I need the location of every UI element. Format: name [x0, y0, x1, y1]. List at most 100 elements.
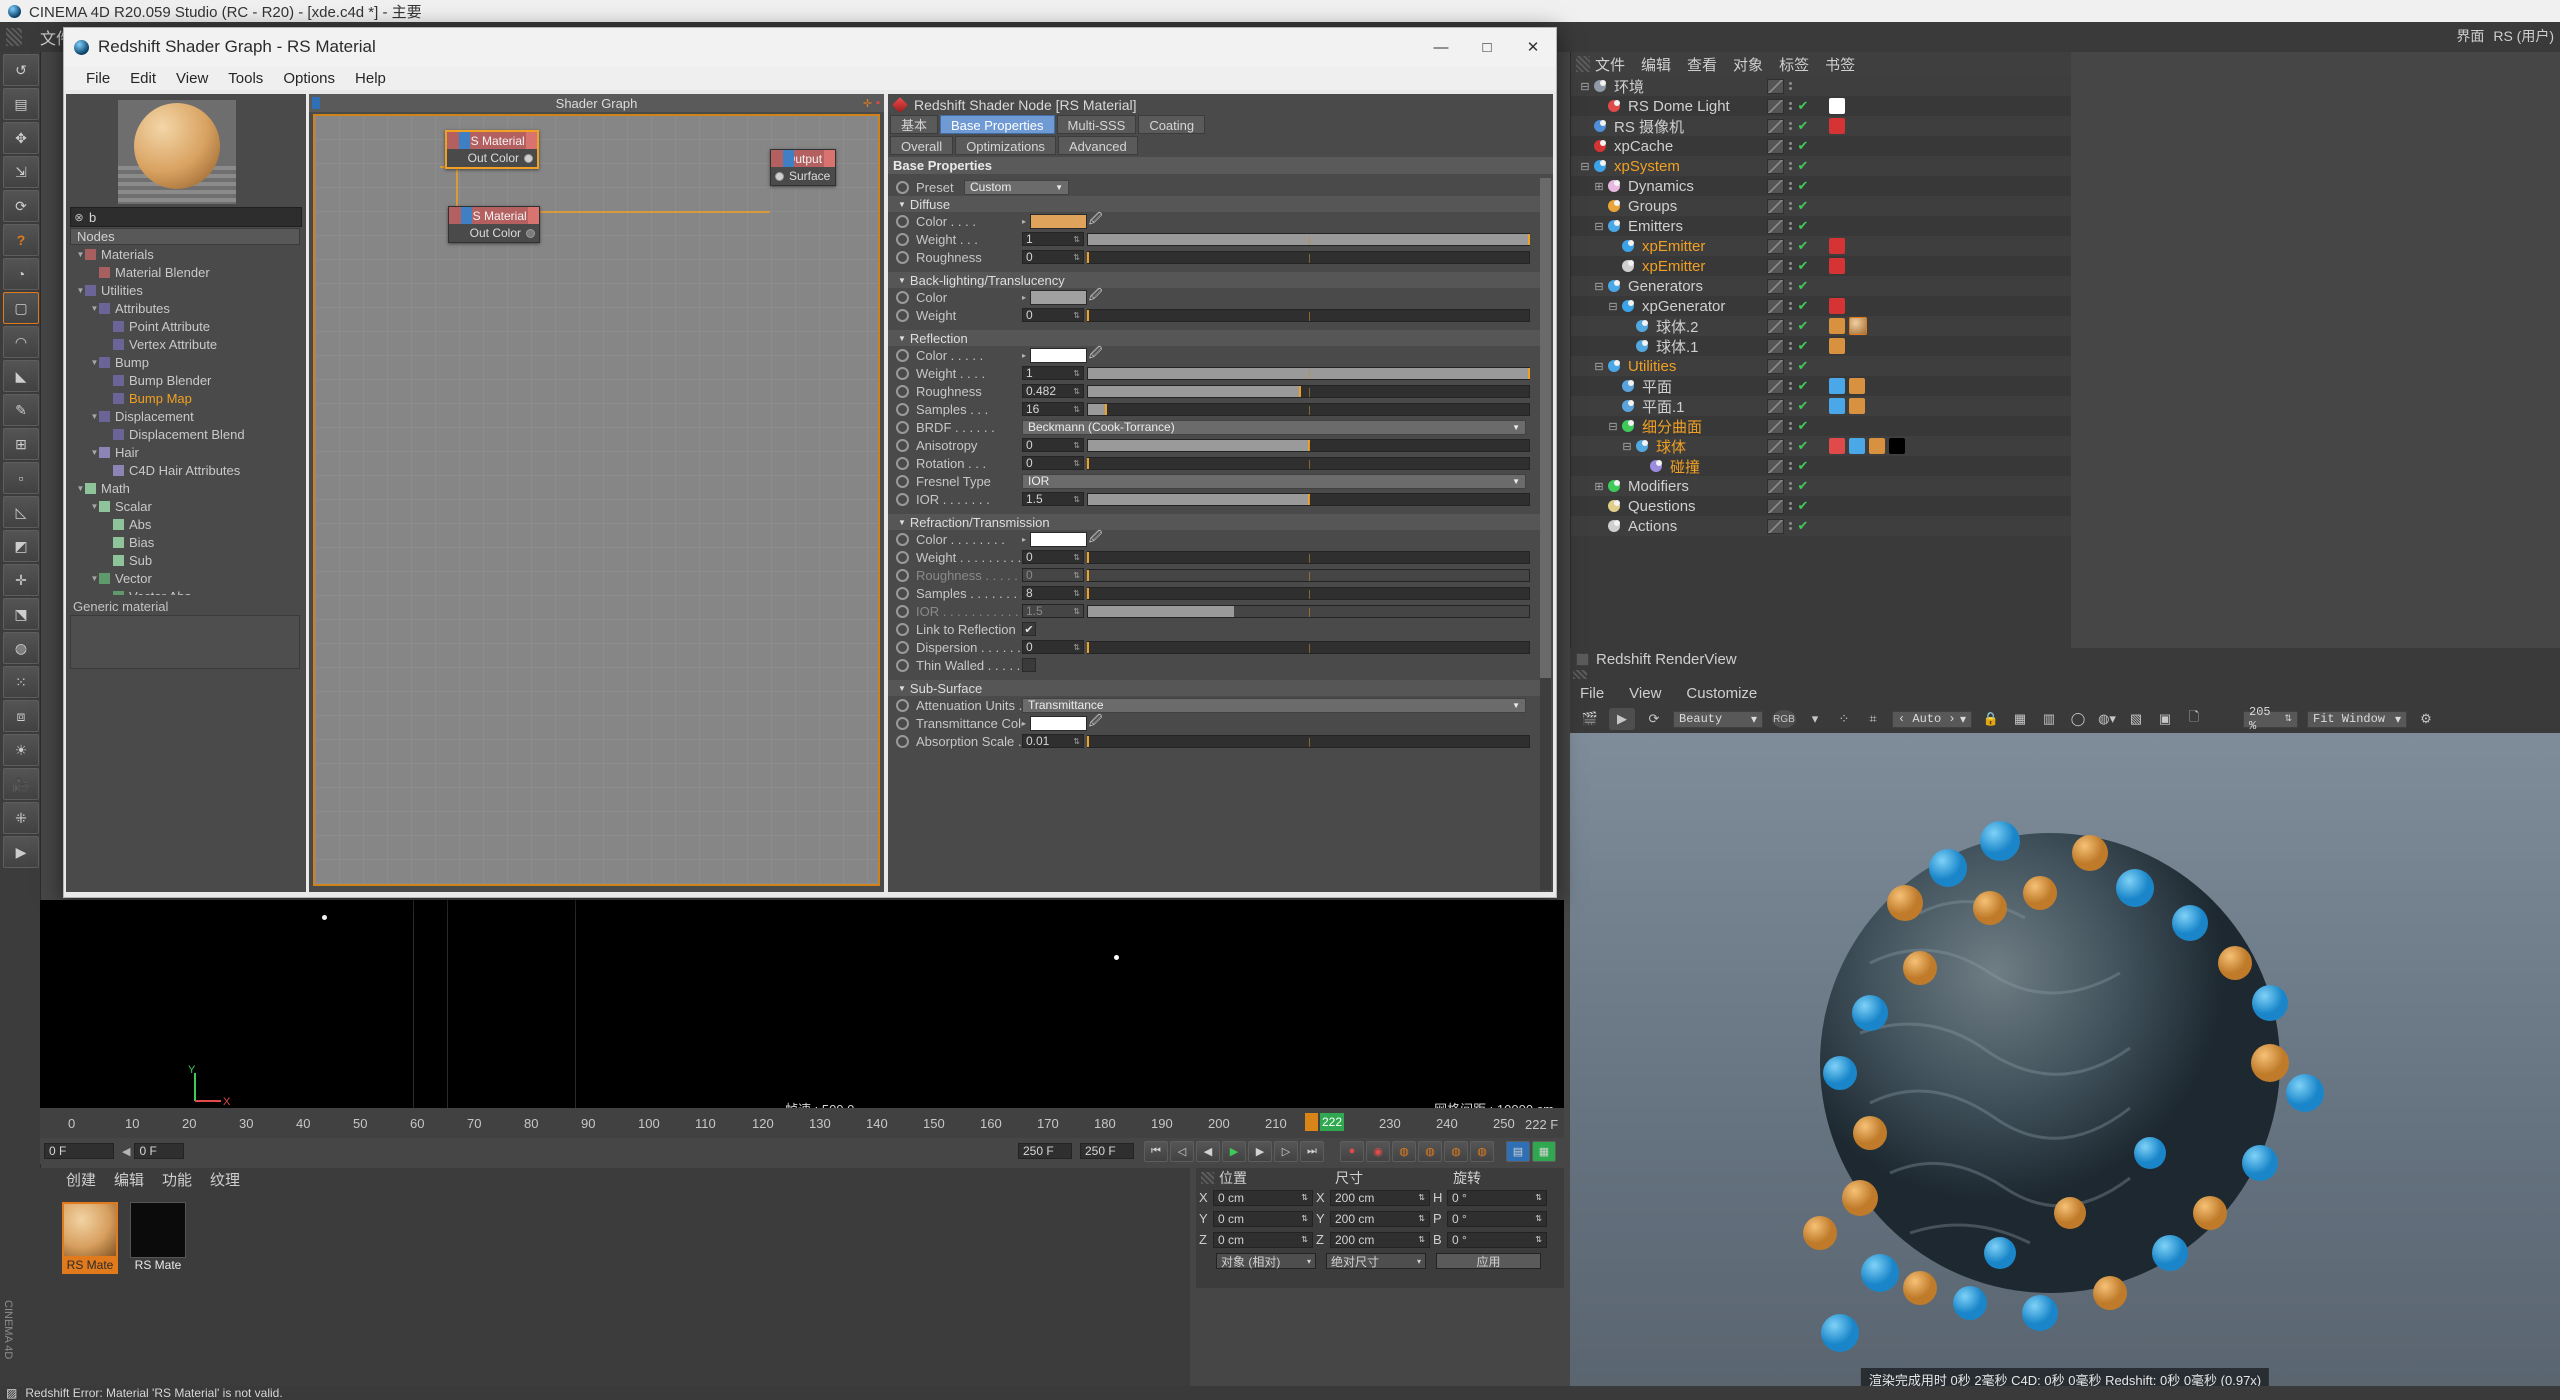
- tag-mat-orange-icon[interactable]: [1869, 438, 1885, 454]
- visibility-dots-icon[interactable]: [1789, 282, 1792, 290]
- zoom-field[interactable]: 205 %⇅: [2243, 711, 2298, 728]
- group-header[interactable]: ▼Back-lighting/Translucency: [888, 272, 1540, 288]
- refresh-icon[interactable]: ⟳: [1644, 709, 1664, 729]
- eyedropper-icon[interactable]: 🖉: [1087, 344, 1104, 366]
- tab-optimizations[interactable]: Optimizations: [955, 136, 1056, 155]
- parameter-radio[interactable]: [896, 569, 909, 582]
- key-param-button[interactable]: ◍: [1470, 1141, 1494, 1162]
- node-tree-item[interactable]: Sub: [70, 551, 300, 569]
- tree-twisty-icon[interactable]: ▼: [76, 286, 85, 295]
- visibility-editor-toggle[interactable]: [1767, 239, 1784, 254]
- objmgr-menu-bookmark[interactable]: 书签: [1825, 54, 1855, 75]
- attribute-rows[interactable]: PresetCustom▼▼DiffuseColor . . . .▸🖉Weig…: [888, 178, 1540, 890]
- object-row[interactable]: 碰撞✔: [1571, 456, 2071, 476]
- visibility-dots-icon[interactable]: [1789, 482, 1792, 490]
- pin-icon[interactable]: ✛: [863, 97, 872, 110]
- enable-check-icon[interactable]: ✔: [1797, 240, 1809, 252]
- aov-select[interactable]: Beauty▾: [1673, 711, 1763, 728]
- coord-apply-button[interactable]: 应用: [1436, 1253, 1541, 1269]
- rv-menu-file[interactable]: File: [1580, 685, 1604, 702]
- visibility-editor-toggle[interactable]: [1767, 379, 1784, 394]
- fit-select[interactable]: Fit Window▾: [2307, 711, 2407, 728]
- color-swatch[interactable]: [1030, 716, 1087, 731]
- value-field[interactable]: 0⇅: [1022, 456, 1084, 470]
- shader-node-port-row[interactable]: Out Color: [447, 149, 537, 167]
- output-port-row[interactable]: Surface: [771, 167, 835, 185]
- tool-lassosel-icon[interactable]: ◠: [3, 326, 39, 358]
- tree-twisty-icon[interactable]: ▼: [90, 304, 99, 313]
- prev-key-button[interactable]: ◁: [1170, 1141, 1194, 1162]
- visibility-dots-icon[interactable]: [1789, 362, 1792, 370]
- object-tags[interactable]: [1829, 258, 1845, 274]
- output-node[interactable]: OutputSurface: [770, 149, 836, 186]
- tree-twisty-icon[interactable]: ▼: [90, 574, 99, 583]
- value-slider[interactable]: [1087, 251, 1530, 264]
- object-visibility-controls[interactable]: ✔: [1767, 376, 1809, 396]
- object-row[interactable]: 球体.2✔: [1571, 316, 2071, 336]
- position-field[interactable]: 0 cm⇅: [1213, 1190, 1313, 1206]
- visibility-editor-toggle[interactable]: [1767, 459, 1784, 474]
- tree-twisty-icon[interactable]: ▼: [76, 484, 85, 493]
- object-row[interactable]: 平面.1✔: [1571, 396, 2071, 416]
- node-type-tree[interactable]: ▼MaterialsMaterial Blender▼Utilities▼Att…: [70, 245, 300, 595]
- visibility-editor-toggle[interactable]: [1767, 339, 1784, 354]
- enable-check-icon[interactable]: ✔: [1797, 340, 1809, 352]
- node-tree-item[interactable]: Vertex Attribute: [70, 335, 300, 353]
- render-play-button[interactable]: ▶: [1609, 708, 1635, 730]
- step-back-button[interactable]: ◀: [1196, 1141, 1220, 1162]
- object-row[interactable]: ⊟环境: [1571, 76, 2071, 96]
- visibility-dots-icon[interactable]: [1789, 182, 1792, 190]
- value-field[interactable]: 1.5⇅: [1022, 604, 1084, 618]
- frame-field-left[interactable]: 0 F: [44, 1143, 114, 1159]
- enable-check-icon[interactable]: ✔: [1797, 360, 1809, 372]
- material-preview[interactable]: [118, 100, 236, 204]
- object-visibility-controls[interactable]: ✔: [1767, 476, 1809, 496]
- size-field[interactable]: 200 cm⇅: [1330, 1211, 1430, 1227]
- visibility-dots-icon[interactable]: [1789, 462, 1792, 470]
- value-slider[interactable]: [1087, 457, 1530, 470]
- visibility-editor-toggle[interactable]: [1767, 179, 1784, 194]
- object-row[interactable]: xpEmitter✔: [1571, 256, 2071, 276]
- color-swatch[interactable]: [1030, 290, 1087, 305]
- enable-check-icon[interactable]: ✔: [1797, 520, 1809, 532]
- next-key-button[interactable]: ▷: [1274, 1141, 1298, 1162]
- shader-node[interactable]: RS MaterialOut Color: [448, 206, 540, 243]
- tool-livesel-icon[interactable]: ◔: [3, 258, 39, 290]
- parameter-radio[interactable]: [896, 699, 909, 712]
- object-visibility-controls[interactable]: ✔: [1767, 196, 1809, 216]
- value-slider[interactable]: [1087, 569, 1530, 582]
- node-tree-item[interactable]: Point Attribute: [70, 317, 300, 335]
- coord-grip-icon[interactable]: [1201, 1172, 1214, 1184]
- value-field[interactable]: 0.01⇅: [1022, 734, 1084, 748]
- visibility-dots-icon[interactable]: [1789, 402, 1792, 410]
- color-expand-icon[interactable]: ▸: [1022, 217, 1030, 226]
- value-slider[interactable]: [1087, 403, 1530, 416]
- object-tags[interactable]: [1829, 238, 1845, 254]
- visibility-dots-icon[interactable]: [1789, 342, 1792, 350]
- enable-check-icon[interactable]: ✔: [1797, 500, 1809, 512]
- visibility-dots-icon[interactable]: [1789, 522, 1792, 530]
- value-field[interactable]: 0⇅: [1022, 640, 1084, 654]
- parameter-radio[interactable]: [896, 623, 909, 636]
- enable-check-icon[interactable]: ✔: [1797, 120, 1809, 132]
- object-visibility-controls[interactable]: ✔: [1767, 316, 1809, 336]
- grid-icon[interactable]: ⁘: [1834, 709, 1854, 729]
- color-picker-icon[interactable]: ◍▾: [2097, 709, 2117, 729]
- object-row[interactable]: RS 摄像机✔: [1571, 116, 2071, 136]
- visibility-editor-toggle[interactable]: [1767, 499, 1784, 514]
- node-input-pin[interactable]: [783, 150, 794, 167]
- parameter-radio[interactable]: [896, 233, 909, 246]
- enable-check-icon[interactable]: ✔: [1797, 220, 1809, 232]
- visibility-dots-icon[interactable]: [1789, 142, 1792, 150]
- node-tree-item[interactable]: ▼Math: [70, 479, 300, 497]
- enable-check-icon[interactable]: ✔: [1797, 480, 1809, 492]
- node-input-pin[interactable]: [461, 207, 472, 224]
- port-connector[interactable]: [524, 154, 533, 163]
- tag-mat-orange-icon[interactable]: [1829, 318, 1845, 334]
- object-expander-icon[interactable]: ⊟: [1621, 440, 1633, 453]
- tool-help-icon[interactable]: ?: [3, 224, 39, 256]
- tag-black-icon[interactable]: [1889, 438, 1905, 454]
- node-input-pin[interactable]: [459, 132, 470, 149]
- tree-twisty-icon[interactable]: ▼: [90, 502, 99, 511]
- tree-twisty-icon[interactable]: ▼: [90, 412, 99, 421]
